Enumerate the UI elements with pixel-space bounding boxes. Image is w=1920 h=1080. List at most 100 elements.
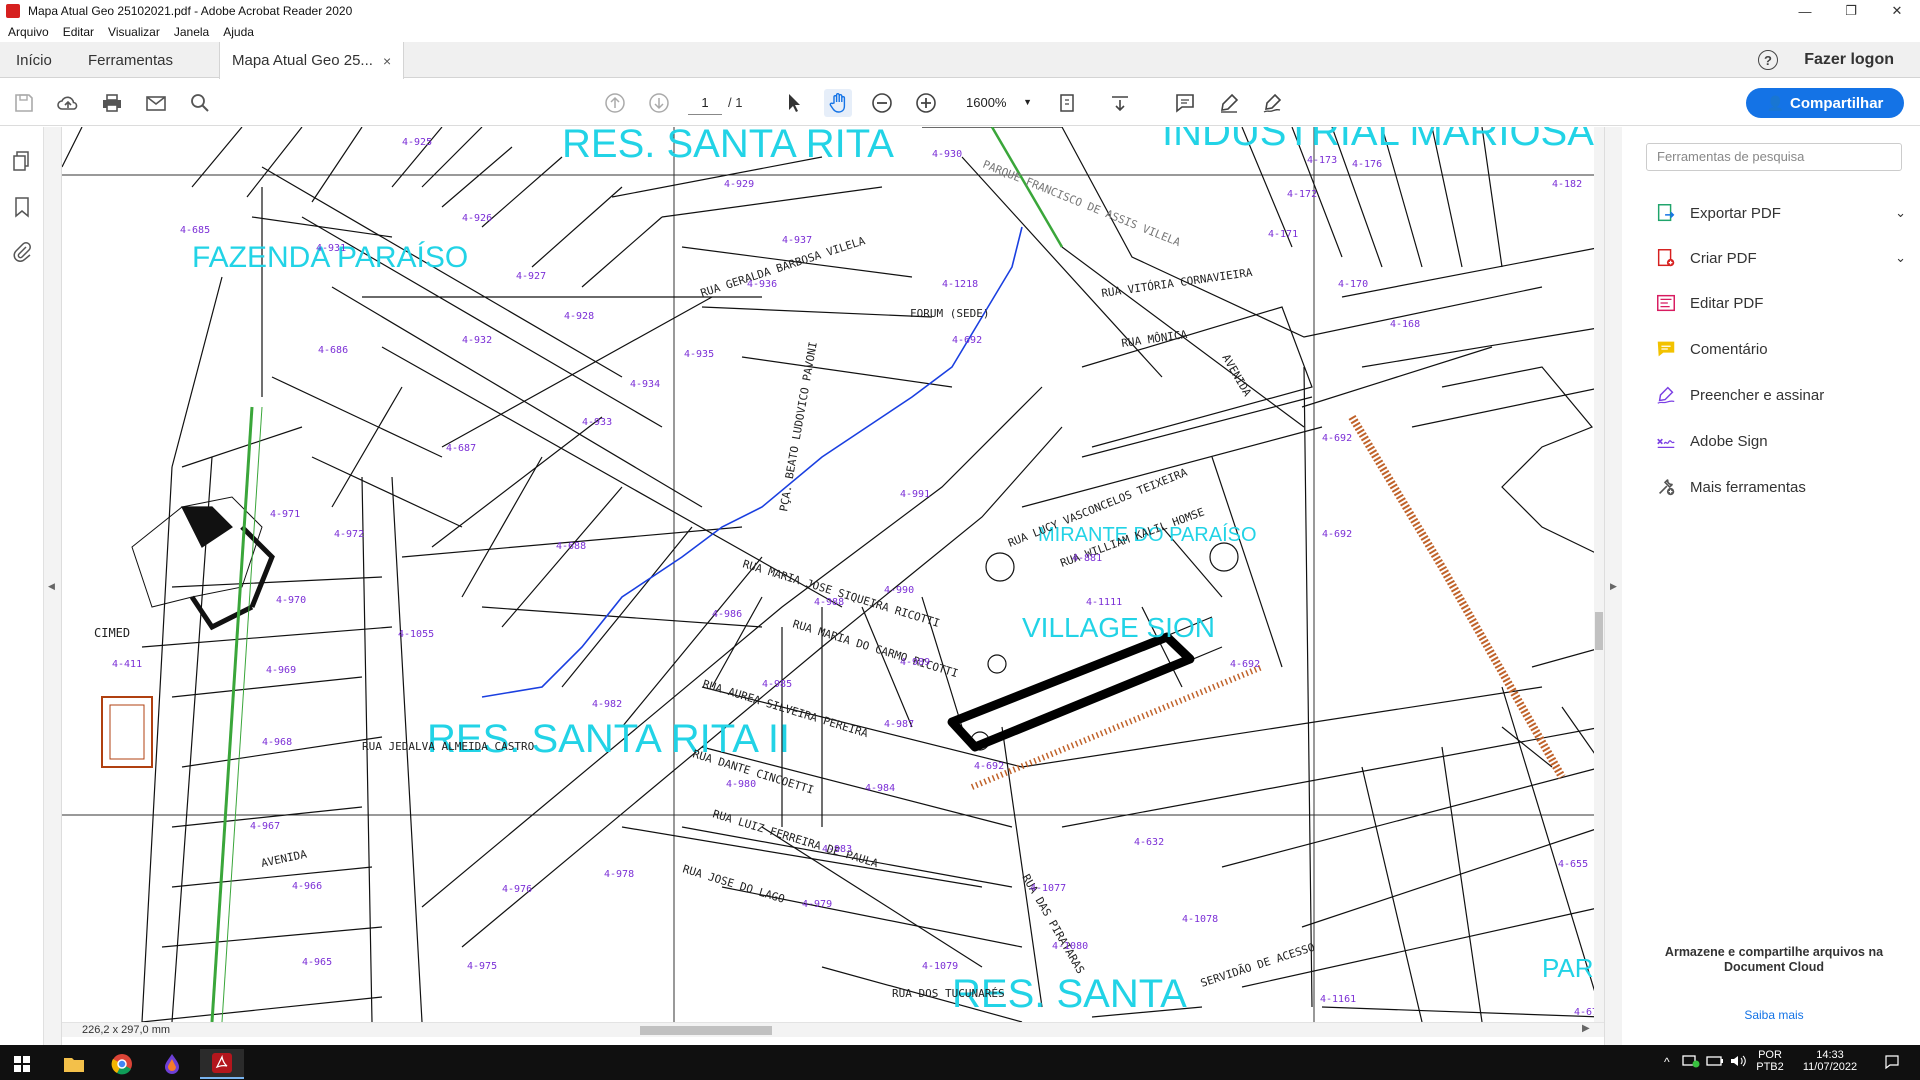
next-page-icon[interactable] bbox=[645, 89, 673, 117]
map-text: CIMED bbox=[94, 626, 130, 640]
bookmark-icon[interactable] bbox=[10, 195, 34, 219]
clock-date: 11/07/2022 bbox=[1802, 1061, 1858, 1073]
tab-document[interactable]: Mapa Atual Geo 25... × bbox=[219, 42, 405, 79]
clock[interactable]: 14:33 11/07/2022 bbox=[1792, 1049, 1868, 1073]
lot-number: 4-1218 bbox=[942, 279, 978, 290]
tool-export-pdf[interactable]: Exportar PDF ⌄ bbox=[1654, 199, 1906, 227]
menu-editar[interactable]: Editar bbox=[63, 25, 94, 39]
fill-sign-icon bbox=[1654, 383, 1678, 407]
scroll-right-icon[interactable]: ▶ bbox=[1582, 1023, 1590, 1034]
help-icon[interactable]: ? bbox=[1758, 50, 1778, 70]
lot-number: 4-989 bbox=[900, 657, 930, 668]
map-text: AVENIDA bbox=[260, 848, 308, 870]
lot-number: 4-982 bbox=[592, 699, 622, 710]
lot-number: 4-937 bbox=[782, 235, 812, 246]
chevron-down-icon[interactable]: ⌄ bbox=[1895, 250, 1906, 266]
lot-number: 4-926 bbox=[462, 213, 492, 224]
tools-search-input[interactable]: Ferramentas de pesquisa bbox=[1646, 143, 1902, 171]
battery-icon[interactable] bbox=[1706, 1054, 1724, 1071]
windows-taskbar: ^ POR PTB2 14:33 11/07/2022 bbox=[0, 1045, 1920, 1080]
lot-number: 4-927 bbox=[516, 271, 546, 282]
menu-arquivo[interactable]: Arquivo bbox=[8, 25, 49, 39]
region-label: RES. SANTA RITA II bbox=[427, 717, 790, 761]
tool-edit-pdf[interactable]: Editar PDF bbox=[1654, 289, 1906, 317]
tool-label: Mais ferramentas bbox=[1690, 478, 1806, 496]
chevron-down-icon[interactable]: ⌄ bbox=[1895, 205, 1906, 221]
tool-more-tools[interactable]: Mais ferramentas bbox=[1654, 473, 1906, 501]
lot-number: 4-1161 bbox=[1320, 994, 1356, 1005]
comment-icon[interactable] bbox=[1171, 89, 1199, 117]
acrobat-taskbar-icon[interactable] bbox=[200, 1049, 244, 1079]
map-text: AVENIDA bbox=[1219, 352, 1254, 399]
page-thumbnails-icon[interactable] bbox=[10, 149, 34, 173]
keyboard-layout: PTB2 bbox=[1756, 1061, 1784, 1073]
lot-number: 4-182 bbox=[1552, 179, 1582, 190]
sign-pen-icon[interactable] bbox=[1259, 89, 1287, 117]
adobe-sign-icon bbox=[1654, 429, 1678, 453]
tool-comment[interactable]: Comentário bbox=[1654, 335, 1906, 363]
windows-start-icon[interactable] bbox=[0, 1049, 44, 1079]
map-text: RUA JOSE DO LAGO bbox=[681, 862, 786, 905]
lot-number: 4-411 bbox=[112, 659, 142, 670]
lot-number: 4-688 bbox=[556, 541, 586, 552]
zoom-out-icon[interactable] bbox=[868, 89, 896, 117]
login-button[interactable]: Fazer logon bbox=[1804, 51, 1894, 69]
horizontal-scrollbar[interactable]: 226,2 x 297,0 mm ▶ bbox=[62, 1022, 1604, 1037]
notifications-icon[interactable] bbox=[1884, 1054, 1900, 1073]
file-explorer-icon[interactable] bbox=[52, 1049, 96, 1079]
vertical-scroll-thumb[interactable] bbox=[1595, 612, 1603, 650]
horizontal-scroll-thumb[interactable] bbox=[640, 1026, 772, 1035]
print-icon[interactable] bbox=[98, 89, 126, 117]
paint-app-icon[interactable] bbox=[150, 1049, 194, 1079]
zoom-in-icon[interactable] bbox=[912, 89, 940, 117]
show-hidden-icons-icon[interactable]: ^ bbox=[1664, 1055, 1670, 1069]
lot-number: 4-692 bbox=[1230, 659, 1260, 670]
tool-adobe-sign[interactable]: Adobe Sign bbox=[1654, 427, 1906, 455]
network-icon[interactable] bbox=[1682, 1054, 1700, 1071]
lot-number: 4-173 bbox=[1307, 155, 1337, 166]
tool-label: Preencher e assinar bbox=[1690, 386, 1825, 404]
page-fit-icon[interactable] bbox=[1054, 89, 1082, 117]
highlight-pen-icon[interactable] bbox=[1215, 89, 1243, 117]
input-language[interactable]: POR PTB2 bbox=[1752, 1049, 1788, 1073]
menu-ajuda[interactable]: Ajuda bbox=[223, 25, 254, 39]
lot-number: 4-965 bbox=[302, 957, 332, 968]
language-code: POR bbox=[1758, 1049, 1782, 1061]
vertical-scrollbar[interactable] bbox=[1594, 127, 1604, 1022]
tab-home[interactable]: Início bbox=[16, 42, 52, 78]
previous-page-icon[interactable] bbox=[601, 89, 629, 117]
tool-fill-sign[interactable]: Preencher e assinar bbox=[1654, 381, 1906, 409]
close-tab-icon[interactable]: × bbox=[383, 53, 391, 69]
left-pane-collapse[interactable]: ◀ bbox=[44, 127, 62, 1045]
close-window-button[interactable]: ✕ bbox=[1874, 0, 1920, 22]
page-total: / 1 bbox=[728, 95, 743, 110]
page-number-input[interactable]: 1 bbox=[688, 90, 722, 115]
volume-icon[interactable] bbox=[1730, 1054, 1746, 1071]
lot-number: 4-686 bbox=[318, 345, 348, 356]
lot-number: 4-881 bbox=[1072, 553, 1102, 564]
map-text: PARQUE FRANCISCO DE ASSIS VILELA bbox=[981, 158, 1183, 250]
save-icon[interactable] bbox=[10, 89, 38, 117]
lot-number: 4-176 bbox=[1352, 159, 1382, 170]
attachment-icon[interactable] bbox=[10, 240, 34, 264]
zoom-level-select[interactable]: 1600% ▼ bbox=[960, 90, 1032, 115]
right-pane-collapse[interactable]: ▶ bbox=[1604, 127, 1622, 1045]
scroll-mode-icon[interactable] bbox=[1106, 89, 1134, 117]
tool-create-pdf[interactable]: Criar PDF ⌄ bbox=[1654, 244, 1906, 272]
select-cursor-icon[interactable] bbox=[780, 89, 808, 117]
minimize-button[interactable]: — bbox=[1782, 0, 1828, 22]
chrome-icon[interactable] bbox=[100, 1049, 144, 1079]
search-icon[interactable] bbox=[186, 89, 214, 117]
hand-tool-icon[interactable] bbox=[824, 89, 852, 117]
zoom-level-value: 1600% bbox=[966, 95, 1007, 110]
email-icon[interactable] bbox=[142, 89, 170, 117]
learn-more-link[interactable]: Saiba mais bbox=[1642, 1008, 1906, 1022]
upload-cloud-icon[interactable] bbox=[54, 89, 82, 117]
maximize-button[interactable]: ❐ bbox=[1828, 0, 1874, 22]
menu-janela[interactable]: Janela bbox=[174, 25, 209, 39]
tab-tools[interactable]: Ferramentas bbox=[88, 42, 173, 78]
menu-visualizar[interactable]: Visualizar bbox=[108, 25, 160, 39]
document-view[interactable]: RES. SANTA RITA FAZENDA PARAÍSO INDUSTRI… bbox=[62, 127, 1604, 1022]
region-label: INDUSTRIAL MARIOSA bbox=[1162, 127, 1594, 154]
share-button[interactable]: 👤 Compartilhar bbox=[1746, 88, 1904, 118]
